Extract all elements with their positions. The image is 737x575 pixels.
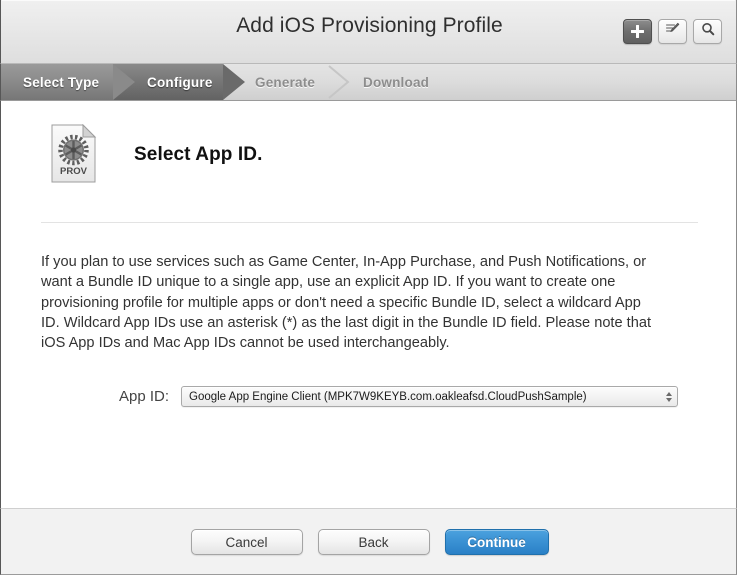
wizard-content-panel: PROV Select App ID. If you plan to use s… <box>0 101 737 508</box>
wizard-step-breadcrumb: Select Type Configure Generate Download <box>0 64 737 101</box>
prov-icon-caption: PROV <box>60 166 88 177</box>
app-id-label: App ID: <box>118 388 169 405</box>
select-stepper-arrows-icon[interactable] <box>663 389 674 404</box>
step-chevron-3 <box>328 64 352 100</box>
footer-button-group: Cancel Back Continue <box>1 529 737 555</box>
window-toolbar <box>623 19 722 44</box>
step-label: Download <box>363 74 430 90</box>
search-button[interactable] <box>693 19 722 44</box>
plus-icon <box>631 25 644 38</box>
titlebar-highlight <box>2 0 735 1</box>
cancel-button[interactable]: Cancel <box>190 529 303 555</box>
step-chevron-2 <box>223 64 247 100</box>
provisioning-profile-document-icon: PROV <box>51 123 97 183</box>
step-label: Configure <box>147 74 213 90</box>
step-label: Select Type <box>23 74 100 90</box>
app-id-select-wrapper: Google App Engine Client (MPK7W9KEYB.com… <box>181 386 678 407</box>
arrow-up-icon <box>665 391 672 396</box>
description-text: If you plan to use services such as Game… <box>41 254 652 352</box>
step-download[interactable]: Download <box>363 64 429 100</box>
app-id-field-row: App ID: Google App Engine Client (MPK7W9… <box>41 386 691 407</box>
edit-button[interactable] <box>658 19 687 44</box>
search-magnifier-icon <box>701 22 715 41</box>
wizard-footer: Cancel Back Continue <box>0 508 737 575</box>
back-button[interactable]: Back <box>317 529 430 555</box>
content-divider <box>41 222 698 223</box>
step-label: Generate <box>255 74 316 90</box>
add-provisioning-profile-window: Add iOS Provisioning Profile Select Type… <box>0 0 737 575</box>
continue-button[interactable]: Continue <box>444 529 549 555</box>
edit-pencil-icon <box>665 22 680 41</box>
step-generate[interactable]: Generate <box>255 64 315 100</box>
arrow-down-icon <box>665 397 672 402</box>
window-titlebar: Add iOS Provisioning Profile <box>0 0 737 64</box>
app-id-select[interactable]: Google App Engine Client (MPK7W9KEYB.com… <box>181 386 678 407</box>
add-button[interactable] <box>623 19 652 44</box>
page-title: Select App ID. <box>134 144 263 165</box>
step-chevron-1 <box>113 64 137 100</box>
